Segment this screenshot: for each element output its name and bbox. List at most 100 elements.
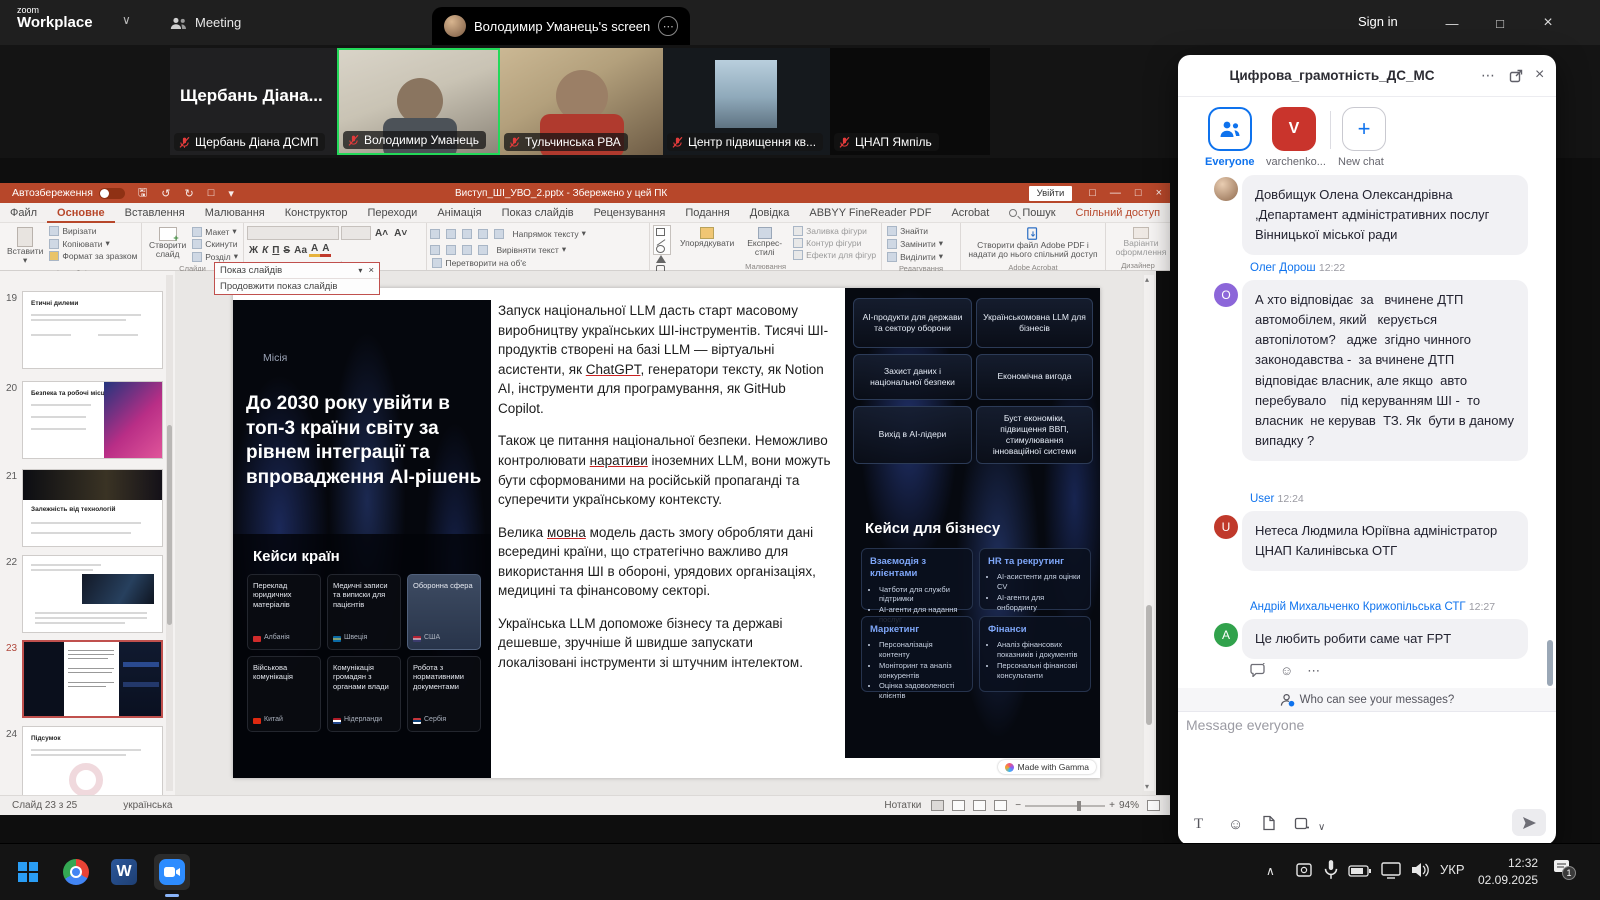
notes-button[interactable]: Нотатки	[884, 800, 921, 811]
popup-close-icon[interactable]: ×	[368, 265, 374, 276]
tab-view[interactable]: Подання	[675, 203, 739, 223]
window-minimize-button[interactable]: —	[1432, 8, 1472, 38]
share-button[interactable]: Спільний доступ	[1066, 203, 1171, 223]
redo-icon[interactable]: ↻	[185, 187, 194, 200]
word-icon[interactable]: W	[106, 854, 142, 890]
tray-microphone-icon[interactable]	[1322, 859, 1340, 881]
language-indicator[interactable]: українська	[123, 800, 172, 811]
screenshot-dropdown-icon[interactable]: ∨	[1318, 822, 1325, 833]
grow-font-button[interactable]: А˄	[373, 228, 390, 239]
zoom-percentage[interactable]: 94%	[1119, 800, 1139, 811]
ppt-close-button[interactable]: ×	[1156, 187, 1162, 199]
video-tile[interactable]: Тульчинська РВА	[500, 48, 663, 155]
tab-shared-screen[interactable]: Володимир Уманець's screen ⋯	[432, 7, 690, 45]
ppt-restore-button[interactable]: □	[1135, 187, 1142, 199]
zoom-app-icon-active[interactable]	[154, 854, 190, 890]
create-pdf-button[interactable]: Створити файл Adobe PDF і надати до ньог…	[964, 225, 1102, 262]
layout-button[interactable]: Макет▾	[190, 225, 240, 238]
scroll-up-icon[interactable]: ▴	[1145, 275, 1149, 284]
text-direction-button[interactable]: Напрямок тексту▾	[510, 227, 587, 240]
emoji-icon[interactable]: ☺	[1228, 816, 1243, 833]
indent-increase-icon[interactable]	[478, 229, 488, 239]
tray-speaker-icon[interactable]	[1410, 861, 1430, 879]
slide-thumbnail-22[interactable]	[22, 555, 163, 633]
video-tile[interactable]: Щербань Діана... Щербань Діана ДСМП	[170, 48, 337, 155]
language-switcher[interactable]: УКР	[1440, 862, 1465, 877]
start-button[interactable]	[10, 854, 46, 890]
slide-body-text[interactable]: Запуск національної LLM дасть старт масо…	[491, 288, 845, 778]
slide-sorter-view-button[interactable]	[952, 800, 965, 811]
tray-battery-icon[interactable]	[1348, 864, 1372, 878]
tray-screencast-icon[interactable]	[1294, 860, 1314, 880]
add-reaction-icon[interactable]: ☺	[1280, 663, 1293, 679]
strikethrough-button[interactable]: S	[281, 245, 292, 256]
chat-close-icon[interactable]: ×	[1535, 67, 1544, 83]
tab-options-icon[interactable]: ⋯	[658, 16, 678, 36]
chat-target-varchenko[interactable]: V	[1272, 107, 1316, 151]
sign-in-button[interactable]: Sign in	[1358, 14, 1398, 29]
video-tile[interactable]: ЦНАП Ямпіль	[830, 48, 990, 155]
tray-display-icon[interactable]	[1380, 861, 1402, 879]
cut-button[interactable]: Вирізати	[47, 225, 139, 237]
new-chat-button[interactable]: +	[1342, 107, 1386, 151]
scroll-down-icon[interactable]: ▾	[1145, 782, 1149, 791]
fit-to-window-button[interactable]	[1147, 800, 1160, 811]
message-privacy-bar[interactable]: Who can see your messages?	[1178, 688, 1556, 712]
tab-transitions[interactable]: Переходи	[357, 203, 427, 223]
save-icon[interactable]: 🖫	[138, 184, 147, 203]
send-button[interactable]	[1512, 809, 1546, 836]
tab-design[interactable]: Конструктор	[275, 203, 358, 223]
tray-expand-icon[interactable]: ∧	[1266, 864, 1275, 878]
attach-file-icon[interactable]	[1262, 815, 1276, 831]
arrange-button[interactable]: Упорядкувати	[676, 225, 738, 250]
tab-help[interactable]: Довідка	[740, 203, 800, 223]
reading-view-button[interactable]	[973, 800, 986, 811]
align-right-icon[interactable]	[462, 245, 472, 255]
search-box[interactable]: Пошук	[999, 203, 1065, 223]
undo-icon[interactable]: ↺	[161, 187, 170, 200]
align-left-icon[interactable]	[430, 245, 440, 255]
indent-decrease-icon[interactable]	[462, 229, 472, 239]
slide-right-panel[interactable]: AI-продукти для держави та сектору оборо…	[845, 288, 1100, 758]
chat-target-everyone[interactable]	[1208, 107, 1252, 151]
video-tile-active-speaker[interactable]: Володимир Уманець	[337, 48, 500, 155]
ppt-minimize-button[interactable]: —	[1110, 187, 1121, 199]
slide-thumbnail-19[interactable]: Етичні дилеми	[22, 291, 163, 369]
quick-styles-button[interactable]: Експрес-стилі	[743, 225, 786, 260]
numbering-icon[interactable]	[446, 229, 456, 239]
change-case-button[interactable]: Аа	[292, 245, 309, 256]
thumbnail-scrollbar[interactable]	[166, 275, 173, 791]
reply-icon[interactable]	[1250, 663, 1266, 677]
pop-out-icon[interactable]	[1509, 69, 1523, 83]
tab-draw[interactable]: Малювання	[195, 203, 275, 223]
shape-fill-button[interactable]: Заливка фігури	[791, 225, 878, 237]
format-text-icon[interactable]: T	[1194, 816, 1203, 833]
tab-file[interactable]: Файл	[0, 203, 47, 223]
normal-view-button[interactable]	[931, 800, 944, 811]
slide-23[interactable]: Місія До 2030 року увійти в топ-3 країни…	[233, 288, 1100, 778]
font-name-combobox[interactable]	[247, 226, 339, 240]
slideshow-view-button[interactable]	[994, 800, 1007, 811]
convert-smartart-button[interactable]: Перетворити на об'є	[430, 257, 646, 269]
font-size-combobox[interactable]	[341, 226, 371, 240]
autosave-toggle[interactable]	[99, 188, 125, 199]
tab-review[interactable]: Рецензування	[584, 203, 676, 223]
slide-thumbnail-20[interactable]: Безпека та робочі місця	[22, 381, 163, 459]
zoom-slider[interactable]	[1025, 805, 1105, 807]
shape-outline-button[interactable]: Контур фігури	[791, 237, 878, 249]
slide-thumbnail-23-selected[interactable]	[22, 640, 163, 718]
notification-center-button[interactable]: 1	[1552, 858, 1574, 883]
slide-thumbnail-21[interactable]: Залежність від технологій	[22, 469, 163, 547]
font-color-button[interactable]: А	[320, 243, 331, 257]
qat-customize-icon[interactable]: ▾	[228, 187, 234, 200]
highlight-button[interactable]: А	[309, 243, 320, 257]
paste-button[interactable]: Вставити▾	[3, 225, 47, 268]
chat-message-input[interactable]	[1186, 717, 1546, 797]
align-text-button[interactable]: Вирівняти текст▾	[494, 243, 568, 256]
clock[interactable]: 12:32 02.09.2025	[1478, 855, 1538, 889]
zoom-in-button[interactable]: +	[1109, 800, 1115, 811]
presentation-display-icon[interactable]: □	[208, 187, 215, 199]
italic-button[interactable]: К	[260, 245, 270, 256]
tab-slideshow[interactable]: Показ слайдів	[492, 203, 584, 223]
select-button[interactable]: Виділити▾	[885, 250, 957, 263]
